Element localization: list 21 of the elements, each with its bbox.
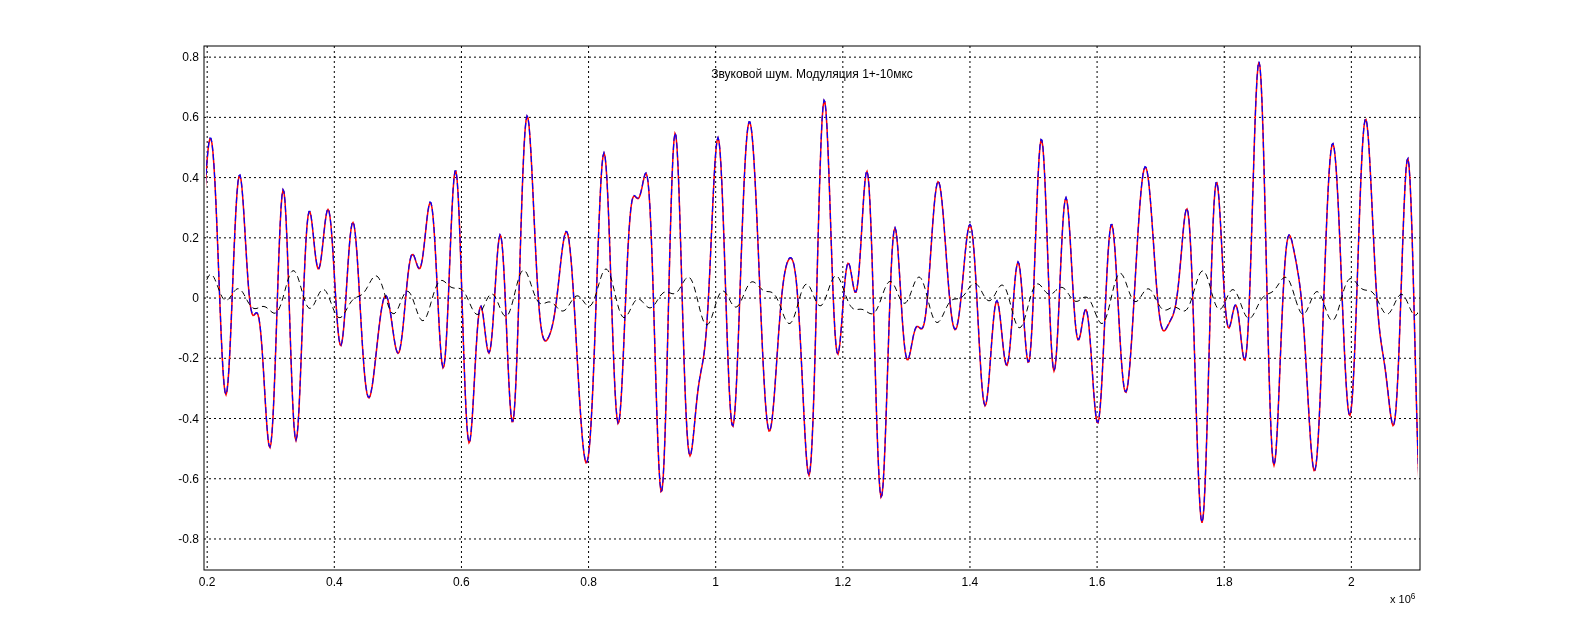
y-tick-label: 0.6 [182,110,199,125]
axis-multiplier-label: x 10$^{6}$ [1390,594,1416,605]
y-tick-label: 0.4 [182,170,199,185]
x-tick-label: 2 [1348,575,1355,589]
y-tick-label: 0.8 [182,50,199,65]
x-tick-label: 1.2 [834,575,852,589]
x-tick-label: 0.8 [580,575,597,589]
y-tick-label: -0.6 [178,471,199,486]
x-tick-label: 0.6 [453,575,470,589]
y-tick-label: -0.2 [178,351,199,366]
x-tick-label: 1 [712,575,720,589]
y-tick-label: -0.4 [178,411,199,426]
x-tick-label: 0.2 [198,575,216,589]
chart-title: Звуковой шум. Модуляция 1+-10мкс [711,67,913,81]
y-tick-label: 0 [192,291,199,306]
x-tick-label: 1.6 [1088,575,1106,589]
x-tick-label: 0.4 [325,575,343,589]
y-tick-label: -0.8 [178,532,199,546]
x-tick-label: 1.4 [961,575,979,589]
y-tick-label: 0.2 [182,230,199,245]
x-tick-label: 1.8 [1215,575,1233,589]
